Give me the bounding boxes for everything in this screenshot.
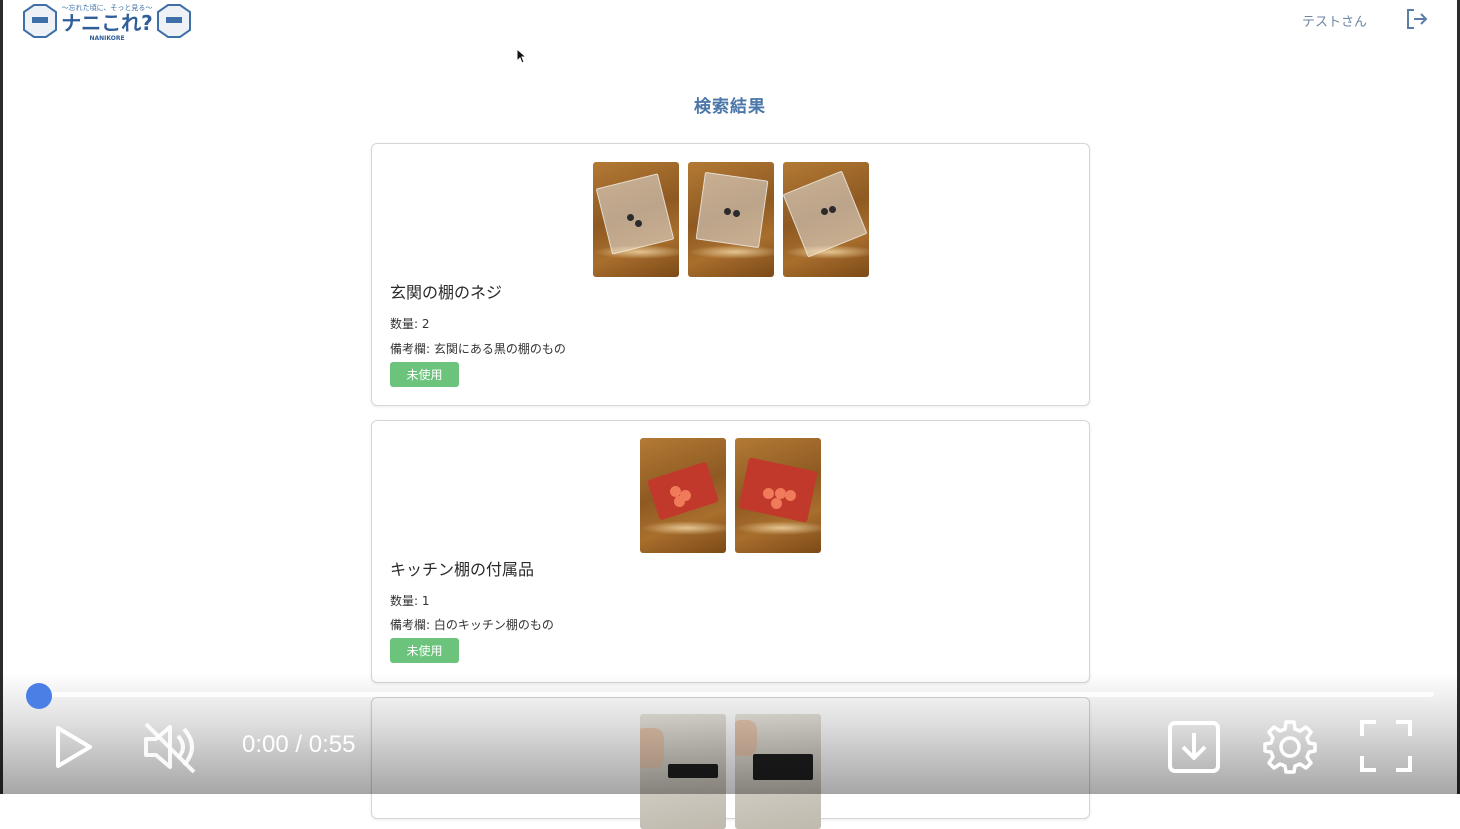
logo-title: ナニこれ? xyxy=(61,11,153,35)
item-photo[interactable] xyxy=(592,162,679,277)
item-quantity: 数量: 1 xyxy=(390,594,430,608)
item-card[interactable]: 玄関の棚のネジ 数量: 2 備考欄: 玄関にある黒の棚のもの 未使用 xyxy=(371,143,1090,406)
item-note: 備考欄: 白のキッチン棚のもの xyxy=(390,618,554,632)
logo-graphic: 〜忘れた頃に、そっと見る〜 ナニこれ? NANIKORE xyxy=(23,3,191,42)
logo-subtitle: NANIKORE xyxy=(89,35,124,42)
download-icon[interactable] xyxy=(1168,721,1220,773)
app-logo[interactable]: 〜忘れた頃に、そっと見る〜 ナニこれ? NANIKORE xyxy=(22,2,194,42)
gear-icon[interactable] xyxy=(1262,719,1318,775)
item-photo[interactable] xyxy=(782,162,869,277)
item-photos xyxy=(372,162,1089,277)
user-name-label[interactable]: テストさん xyxy=(1302,11,1367,30)
video-progress-bar[interactable] xyxy=(28,692,1434,697)
status-badge[interactable]: 未使用 xyxy=(390,362,459,387)
play-icon[interactable] xyxy=(50,724,96,770)
item-photo[interactable] xyxy=(640,438,726,553)
item-photo[interactable] xyxy=(687,162,774,277)
item-note: 備考欄: 玄関にある黒の棚のもの xyxy=(390,342,566,356)
item-name: 玄関の棚のネジ xyxy=(390,283,503,302)
page-title: 検索結果 xyxy=(694,97,766,117)
mouse-pointer-icon xyxy=(516,47,528,66)
status-badge[interactable]: 未使用 xyxy=(390,638,459,663)
logout-icon[interactable] xyxy=(1405,8,1429,30)
item-card[interactable]: キッチン棚の付属品 数量: 1 備考欄: 白のキッチン棚のもの 未使用 xyxy=(371,420,1090,683)
fullscreen-icon[interactable] xyxy=(1360,720,1412,772)
video-progress-handle[interactable] xyxy=(26,683,52,709)
item-photo[interactable] xyxy=(735,438,821,553)
item-photos xyxy=(372,438,1089,553)
video-time: 0:00 / 0:55 xyxy=(242,731,356,758)
item-quantity: 数量: 2 xyxy=(390,317,430,331)
muted-speaker-icon[interactable] xyxy=(142,720,200,774)
item-name: キッチン棚の付属品 xyxy=(390,560,535,579)
video-controls-overlay xyxy=(0,672,1460,794)
